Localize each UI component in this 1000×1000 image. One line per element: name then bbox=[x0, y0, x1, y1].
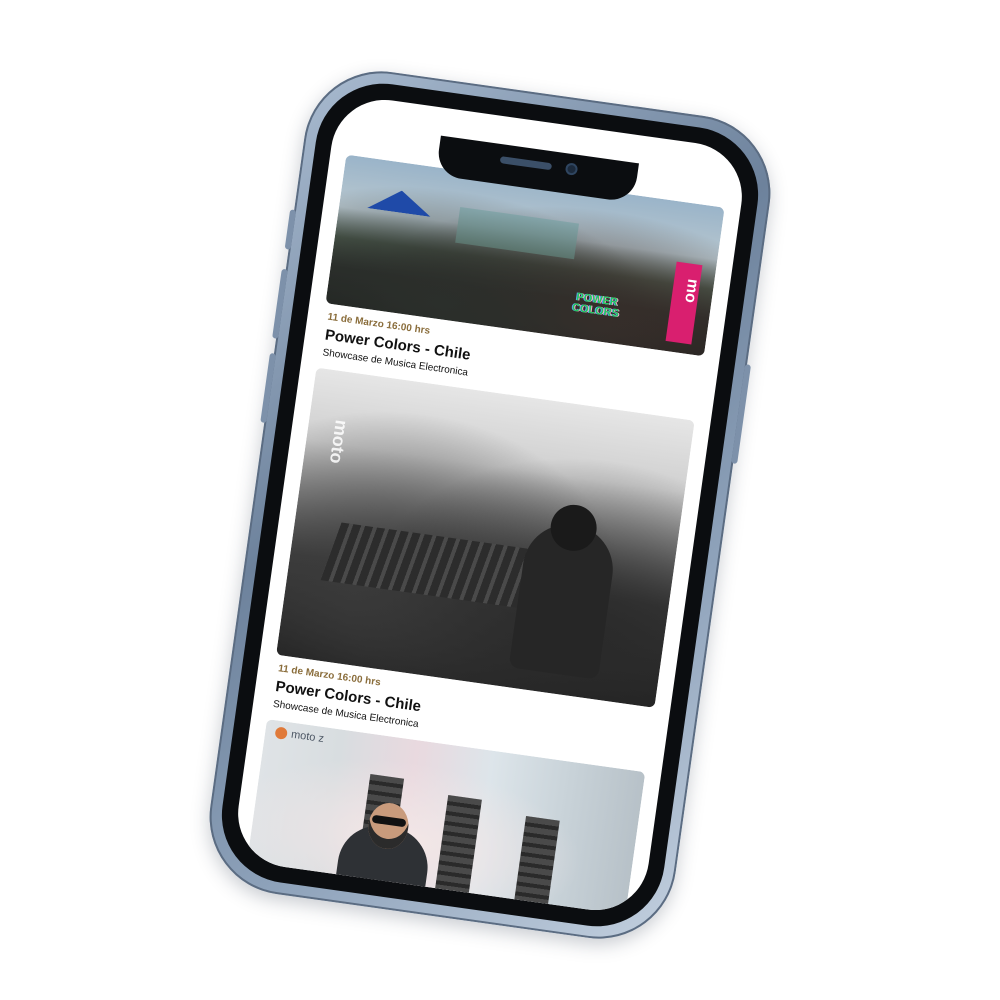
brand-watermark: moto bbox=[325, 418, 352, 466]
moto-logo-icon bbox=[274, 726, 288, 740]
dj-mixer-shape bbox=[320, 522, 540, 608]
power-colors-logo: POWER COLORS bbox=[571, 291, 620, 321]
brand-badge: moto z bbox=[274, 726, 325, 745]
speaker-grille bbox=[499, 156, 553, 171]
event-card[interactable]: moto 11 de Marzo 16:00 hrs Power Colors … bbox=[268, 367, 695, 763]
event-card[interactable]: mo POWER COLORS 11 de Marzo 16:00 hrs Po… bbox=[318, 154, 725, 411]
event-image[interactable]: moto bbox=[276, 367, 695, 708]
stage-shape bbox=[455, 206, 580, 260]
front-camera bbox=[564, 162, 579, 176]
tent-shape bbox=[359, 185, 441, 218]
mockup-stage: mo POWER COLORS 11 de Marzo 16:00 hrs Po… bbox=[0, 0, 1000, 1000]
banner-text: mo bbox=[681, 277, 702, 304]
phone-mockup: mo POWER COLORS 11 de Marzo 16:00 hrs Po… bbox=[199, 61, 781, 949]
